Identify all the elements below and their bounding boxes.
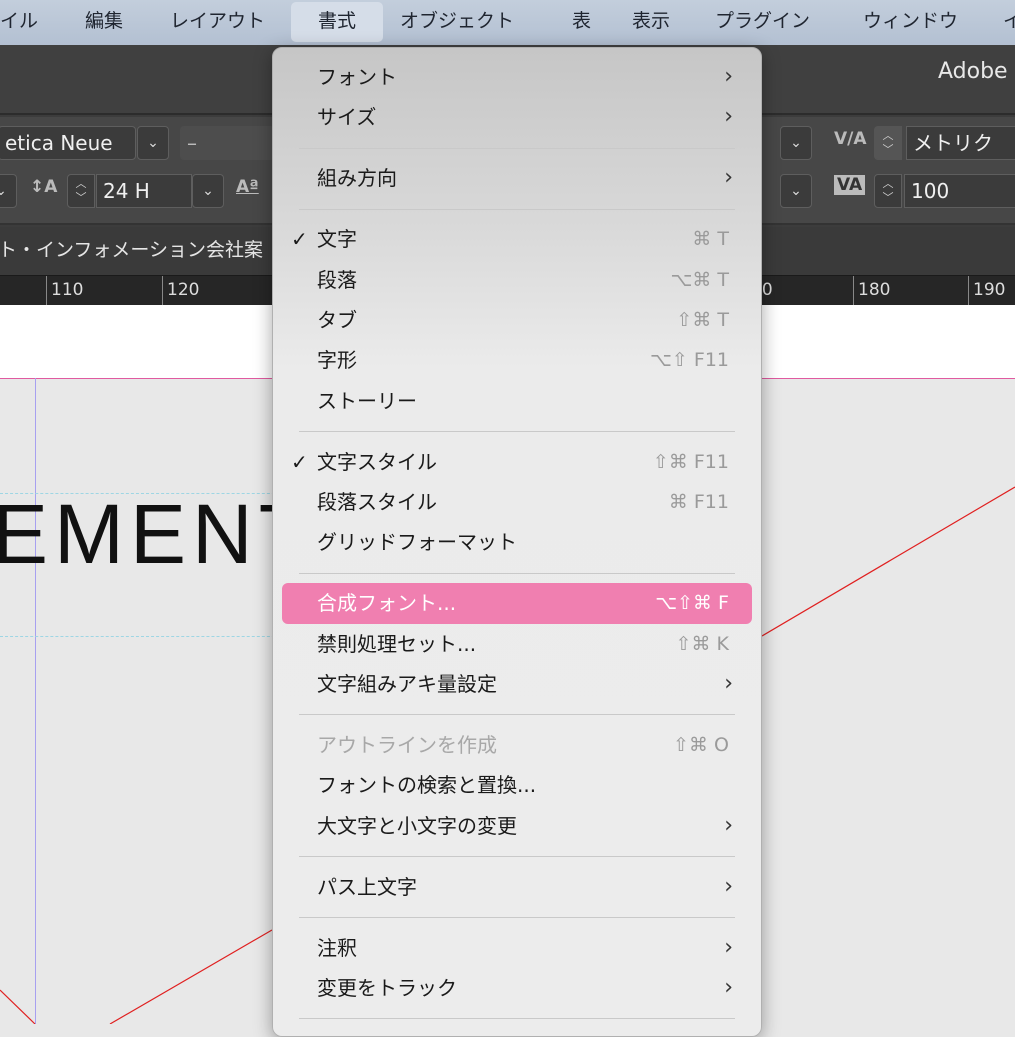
menu-item[interactable]: 変更をトラック › — [273, 968, 761, 1008]
menu-item-shortcut: ⇧⌘ F11 — [652, 450, 729, 473]
menu-item-shortcut: ⌥⌘ T — [670, 268, 729, 291]
red-line — [761, 486, 1015, 637]
menu-item[interactable]: 字形 ⌥⇧ F11 — [273, 340, 761, 380]
menu-item-shortcut: ⌥⇧⌘ F — [655, 592, 729, 615]
menu-item[interactable]: 大文字と小文字の変更 › — [273, 806, 761, 846]
menu-item-label: 段落スタイル — [317, 490, 437, 515]
menu-separator — [273, 907, 761, 928]
menu-item-label: 大文字と小文字の変更 — [317, 813, 517, 838]
menu-item-shortcut: ⌘ T — [692, 228, 729, 251]
menu-item-label: 文字組みアキ量設定 — [317, 672, 497, 697]
menu-item-shortcut: ⇧⌘ K — [675, 632, 729, 655]
menu-item-label: タブ — [317, 307, 357, 332]
menu-item-label: 字形 — [317, 348, 357, 373]
chevron-right-icon: › — [724, 812, 733, 838]
menu-item[interactable]: 注釈 › — [273, 928, 761, 968]
menu-item[interactable]: 段落スタイル ⌘ F11 — [273, 482, 761, 522]
type-menu-dropdown: フォント › サイズ › 組み方向 › ✓ 文字 ⌘ T 段落 ⌥⌘ T タブ ⇧⌘ T 字形 ⌥⇧ F11… — [272, 47, 762, 1037]
menu-item-shortcut: ⇧⌘ O — [673, 733, 729, 756]
menu-separator — [273, 421, 761, 442]
menu-item[interactable]: タブ ⇧⌘ T — [273, 300, 761, 340]
red-line — [109, 929, 273, 1024]
menu-separator — [273, 199, 761, 220]
menu-item[interactable]: フォント › — [273, 57, 761, 97]
checkmark-icon: ✓ — [291, 449, 308, 474]
menu-separator — [273, 704, 761, 725]
menu-item[interactable]: ストーリー — [273, 381, 761, 421]
menu-item[interactable]: 段落 ⌥⌘ T — [273, 260, 761, 300]
menu-item-label: 文字スタイル — [317, 449, 437, 474]
chevron-right-icon: › — [724, 104, 733, 130]
chevron-right-icon: › — [724, 974, 733, 1000]
red-line — [0, 989, 36, 1024]
chevron-right-icon: › — [724, 165, 733, 191]
menu-item-label: フォント — [317, 65, 397, 89]
menu-item[interactable]: ✓ 文字 ⌘ T — [273, 219, 761, 259]
menu-item-shortcut: ⌘ F11 — [668, 491, 729, 514]
menu-item-label: ストーリー — [317, 388, 417, 413]
menu-item[interactable]: 組み方向 › — [273, 158, 761, 198]
chevron-right-icon: › — [724, 64, 733, 89]
menu-item[interactable]: パス上文字 › — [273, 867, 761, 907]
menu-item-label: フォントの検索と置換... — [317, 773, 537, 798]
menu-item[interactable]: フォントの検索と置換... — [273, 765, 761, 805]
menu-item-label: アウトラインを作成 — [317, 732, 497, 757]
menu-item[interactable]: サイズ › — [273, 97, 761, 137]
menu-item[interactable]: グリッドフォーマット — [273, 522, 761, 562]
checkmark-icon: ✓ — [291, 227, 308, 252]
menu-item-shortcut: ⌥⇧ F11 — [650, 349, 729, 372]
chevron-right-icon: › — [724, 671, 733, 697]
menu-item-label: 文字 — [317, 227, 357, 252]
chevron-right-icon: › — [724, 873, 733, 899]
menu-item[interactable]: ✓ 文字スタイル ⇧⌘ F11 — [273, 442, 761, 482]
menu-item-shortcut: ⇧⌘ T — [676, 308, 729, 331]
menu-separator — [273, 846, 761, 867]
menu-item-label: 合成フォント... — [317, 591, 457, 616]
chevron-right-icon: › — [724, 934, 733, 960]
menu-item-label: グリッドフォーマット — [317, 530, 517, 555]
menu-item[interactable]: 禁則処理セット... ⇧⌘ K — [273, 624, 761, 664]
menu-separator — [273, 1008, 761, 1029]
menu-item-label: 禁則処理セット... — [317, 631, 477, 656]
menu-separator — [273, 563, 761, 584]
menu-item-label: 組み方向 — [317, 166, 397, 191]
menu-item-label: 段落 — [317, 267, 357, 292]
menu-separator — [273, 138, 761, 159]
menu-item[interactable]: 文字組みアキ量設定 › — [273, 664, 761, 704]
menu-item-label: 変更をトラック — [317, 975, 457, 1000]
menu-item: アウトラインを作成 ⇧⌘ O — [273, 725, 761, 765]
menu-item-label: 注釈 — [317, 935, 357, 960]
menu-item-label: パス上文字 — [317, 874, 417, 899]
menu-item[interactable]: 合成フォント... ⌥⇧⌘ F — [282, 583, 752, 624]
menu-item-label: サイズ — [317, 105, 377, 130]
